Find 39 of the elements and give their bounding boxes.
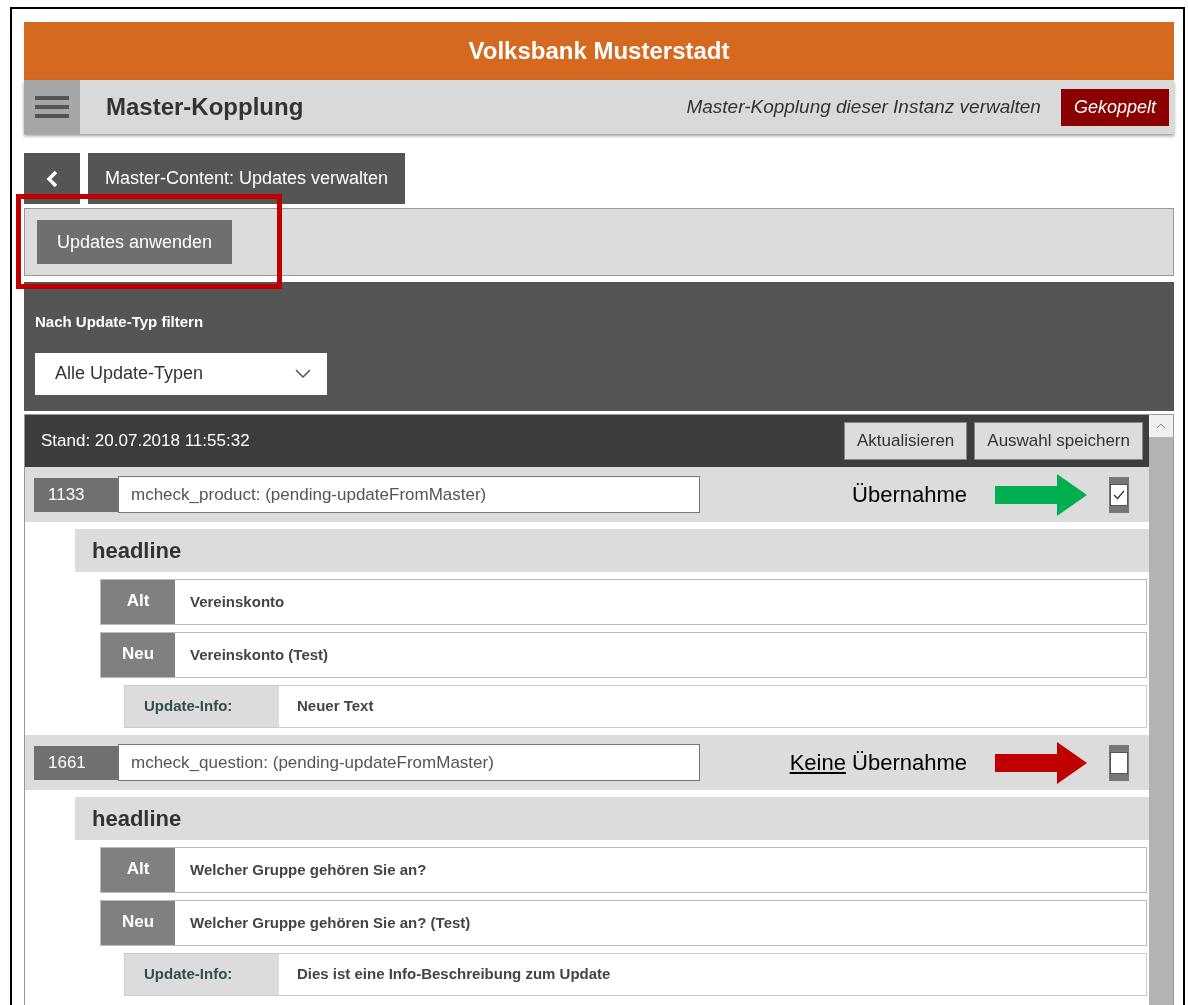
item-id: 1661 [34, 745, 118, 780]
toolbar-button[interactable]: Aktualisieren [843, 422, 968, 460]
checkmark-icon [1113, 489, 1125, 500]
menu-button[interactable] [24, 80, 80, 134]
timestamp: Stand: 20.07.2018 11:55:32 [41, 430, 251, 453]
menu-icon [35, 96, 69, 118]
old-label: Alt [101, 580, 175, 624]
field-header: headline [75, 797, 1149, 840]
annotation-label: Übernahme [852, 481, 967, 509]
old-value: Welcher Gruppe gehören Sie an? [189, 859, 427, 880]
toolbar-button[interactable]: Auswahl speichern [974, 422, 1143, 460]
scroll-up-icon[interactable] [1156, 423, 1166, 429]
old-label: Alt [101, 848, 175, 892]
new-label: Neu [101, 633, 175, 677]
item-name-field[interactable]: mcheck_product: (pending-updateFromMaster) [118, 476, 700, 513]
app-title: Volksbank Musterstadt [468, 36, 730, 66]
back-button[interactable] [24, 153, 80, 204]
new-value: Welcher Gruppe gehören Sie an? (Test) [189, 912, 471, 933]
field-header: headline [75, 529, 1149, 572]
info-label: Update-Info: [125, 686, 279, 727]
item-name-field[interactable]: mcheck_question: (pending-updateFromMaster) [118, 744, 700, 781]
page-heading: Master-Kopplung [106, 92, 304, 122]
filter-label: Nach Update-Typ filtern [35, 312, 205, 332]
annotation-label: Keine Übernahme [789, 749, 967, 777]
checkbox[interactable] [1109, 744, 1129, 781]
item-id: 1133 [34, 477, 118, 512]
update-type-select[interactable]: Alle Update-Typen [35, 352, 327, 395]
apply-updates-button[interactable]: Updates anwenden [37, 220, 233, 264]
info-label: Update-Info: [125, 954, 279, 995]
subtitle: Master-Kopplung dieser Instanz verwalten [686, 94, 1041, 119]
status-badge: Gekoppelt [1060, 88, 1169, 126]
old-value: Vereinskonto [189, 591, 285, 612]
info-value: Dies ist eine Info-Beschreibung zum Update [296, 964, 611, 985]
info-value: Neuer Text [296, 696, 374, 717]
chevron-down-icon [295, 369, 311, 378]
chevron-left-icon [46, 169, 58, 188]
new-value: Vereinskonto (Test) [189, 644, 329, 665]
new-label: Neu [101, 901, 175, 945]
checkbox[interactable] [1109, 476, 1129, 513]
